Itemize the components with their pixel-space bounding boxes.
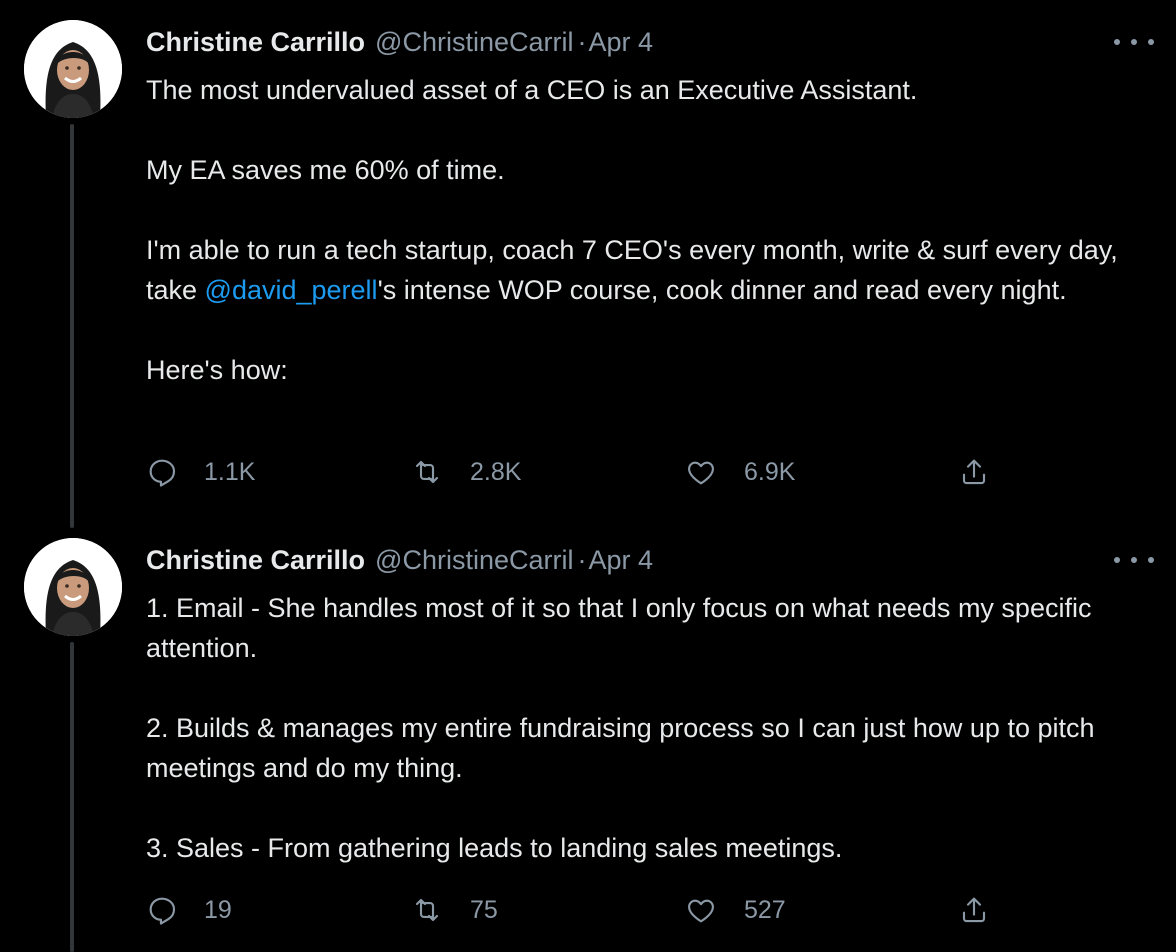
tweet-paragraph: 1. Email - She handles most of it so tha… [146, 593, 1092, 663]
retweet-button[interactable]: 75 [410, 890, 498, 930]
retweet-icon [415, 460, 439, 484]
author-name[interactable]: Christine Carrillo [146, 545, 365, 575]
retweet-button[interactable]: 2.8K [410, 452, 521, 492]
thread-connector-line [70, 124, 74, 528]
share-button[interactable] [958, 452, 990, 492]
like-button[interactable]: 527 [684, 890, 786, 930]
more-options-icon[interactable] [1114, 550, 1154, 570]
author-name[interactable]: Christine Carrillo [146, 27, 365, 57]
reply-button[interactable]: 19 [146, 890, 232, 930]
avatar[interactable] [24, 538, 122, 636]
tweet-actions: 1.1K 2.8K 6.9K [146, 452, 1046, 492]
tweet[interactable]: Christine Carrillo @ChristineCarril ·Apr 4… [0, 0, 1176, 528]
like-count: 6.9K [744, 457, 796, 486]
avatar-photo [24, 20, 122, 118]
thread-connector-line [70, 642, 74, 952]
paragraph-text: 's intense WOP course, cook dinner and r… [377, 275, 1067, 305]
tweet-paragraph: My EA saves me 60% of time. [146, 155, 505, 185]
tweet-text: The most undervalued asset of a CEO is a… [146, 70, 1166, 390]
separator-dot: · [577, 27, 587, 57]
reply-count: 1.1K [204, 457, 256, 486]
tweet-text: 1. Email - She handles most of it so tha… [146, 588, 1166, 868]
tweet-date[interactable]: Apr 4 [589, 27, 654, 57]
mention-link[interactable]: @david_perell [205, 275, 378, 305]
heart-icon [688, 461, 714, 485]
avatar[interactable] [24, 20, 122, 118]
tweet-header: Christine Carrillo @ChristineCarril ·Apr 4 [146, 24, 653, 60]
tweet-header: Christine Carrillo @ChristineCarril ·Apr 4 [146, 542, 653, 578]
author-handle[interactable]: @ChristineCarril [375, 545, 573, 575]
heart-icon [688, 899, 714, 923]
separator-dot: · [577, 545, 587, 575]
tweet[interactable]: Christine Carrillo @ChristineCarril ·Apr 4… [0, 518, 1176, 952]
like-count: 527 [744, 895, 786, 924]
tweet-paragraph: I'm able to run a tech startup, coach 7 … [146, 230, 1166, 310]
retweet-icon [415, 898, 439, 922]
reply-count: 19 [204, 895, 232, 924]
tweet-paragraph: Here's how: [146, 355, 288, 385]
reply-icon [149, 897, 176, 925]
avatar-photo [24, 538, 122, 636]
more-options-icon[interactable] [1114, 32, 1154, 52]
reply-icon [149, 459, 176, 487]
retweet-count: 2.8K [470, 457, 522, 486]
tweet-actions: 19 75 527 [146, 890, 1046, 930]
retweet-count: 75 [470, 895, 498, 924]
reply-button[interactable]: 1.1K [146, 452, 255, 492]
tweet-paragraph: The most undervalued asset of a CEO is a… [146, 75, 918, 105]
share-icon [962, 459, 986, 485]
tweet-date[interactable]: Apr 4 [589, 545, 654, 575]
share-icon [962, 897, 986, 923]
share-button[interactable] [958, 890, 990, 930]
tweet-paragraph: 3. Sales - From gathering leads to landi… [146, 833, 843, 863]
like-button[interactable]: 6.9K [684, 452, 795, 492]
tweet-paragraph: 2. Builds & manages my entire fundraisin… [146, 713, 1095, 783]
author-handle[interactable]: @ChristineCarril [375, 27, 573, 57]
